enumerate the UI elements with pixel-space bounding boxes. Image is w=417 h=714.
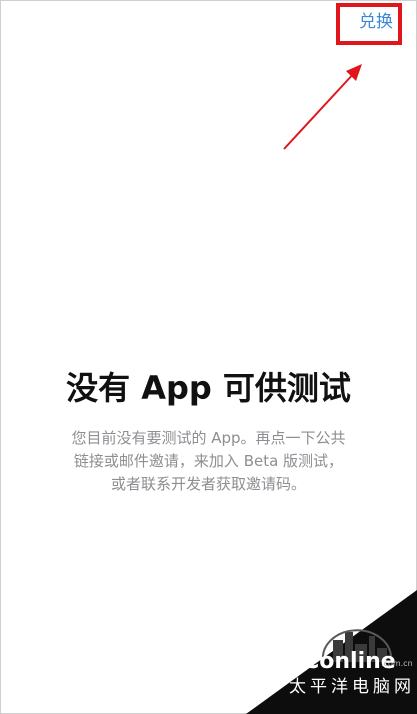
empty-state-description: 您目前没有要测试的 App。再点一下公共 链接或邮件邀请，来加入 Beta 版测… bbox=[38, 427, 379, 496]
screen-frame bbox=[0, 0, 417, 714]
watermark-brand: PConline bbox=[287, 649, 396, 674]
corner-decoration bbox=[246, 590, 417, 714]
watermark-caption: 太平洋电脑网 bbox=[289, 677, 415, 697]
empty-state-description-line: 链接或邮件邀请，来加入 Beta 版测试， bbox=[73, 452, 344, 470]
pconline-watermark-logo: PConline .com.cn 太平洋电脑网 bbox=[287, 629, 415, 697]
watermark-domain: .com.cn bbox=[381, 659, 413, 668]
empty-state-description-line: 您目前没有要测试的 App。再点一下公共 bbox=[71, 429, 346, 447]
empty-state-title: 没有 App 可供测试 bbox=[66, 369, 351, 407]
empty-state-description-line: 或者联系开发者获取邀请码。 bbox=[110, 475, 306, 493]
annotation-arrow-icon bbox=[283, 64, 362, 150]
redeem-button[interactable]: 兑换 bbox=[359, 11, 393, 33]
